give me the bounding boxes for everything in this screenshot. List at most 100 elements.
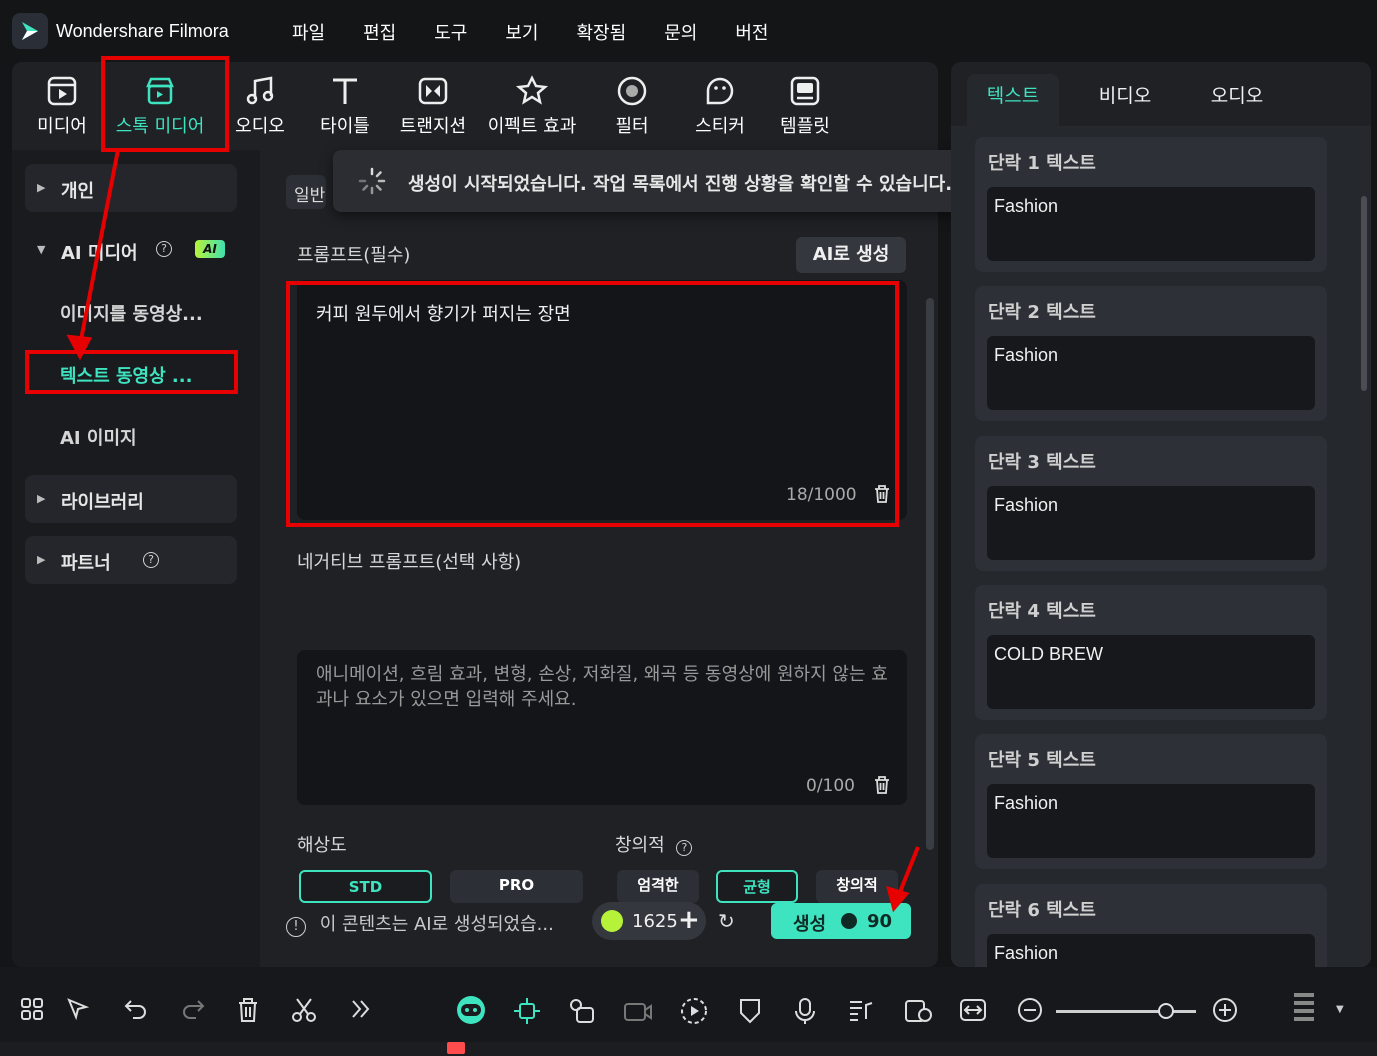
microphone-icon[interactable] [793, 997, 817, 1025]
sidebar-item-personal[interactable]: ▶ 개인 [25, 164, 237, 212]
ai-badge: AI [195, 240, 225, 258]
sidebar-partner-label: 파트너 [61, 553, 111, 574]
sidebar-library-label: 라이브러리 [61, 492, 144, 513]
ai-generate-prompt-button[interactable]: AI로 생성 [796, 237, 906, 273]
form-scrollbar[interactable] [926, 298, 934, 850]
sidebar-item-ai-media[interactable]: ▼ AI 미디어 ? AI [25, 226, 237, 274]
sidebar-item-library[interactable]: ▶ 라이브러리 [25, 475, 237, 523]
info-icon: ! [286, 917, 306, 937]
delete-icon[interactable] [236, 997, 260, 1023]
sidebar-personal-label: 개인 [61, 181, 95, 202]
tab-audio[interactable]: 오디오 [232, 74, 288, 138]
paragraph-text-value: Fashion [994, 345, 1059, 365]
speed-play-icon[interactable] [680, 997, 708, 1025]
music-note-icon [246, 76, 274, 105]
ai-copilot-icon[interactable] [454, 994, 488, 1026]
marker-shield-icon[interactable] [738, 997, 762, 1025]
collapse-arrow-icon: ▼ [37, 243, 46, 256]
generation-toast: 생성이 시작되었습니다. 작업 목록에서 진행 상황을 확인할 수 있습니다. [333, 150, 1033, 212]
title-bar: Wondershare Filmora 파일 편집 도구 보기 확장됨 문의 버… [0, 0, 1377, 62]
paragraph-text-field[interactable]: Fashion [987, 934, 1315, 967]
undo-icon[interactable] [123, 997, 149, 1021]
paragraph-text-field[interactable]: Fashion [987, 187, 1315, 261]
tab-stickers[interactable]: 스티커 [688, 74, 752, 138]
fit-width-icon[interactable] [959, 997, 987, 1023]
menu-bar: 파일 편집 도구 보기 확장됨 문의 버전 [292, 19, 806, 45]
content-tabs: 텍스트 비디오 오디오 [967, 74, 1359, 126]
paragraph-text-field[interactable]: Fashion [987, 336, 1315, 410]
menu-file[interactable]: 파일 [292, 19, 325, 45]
credits-balance[interactable]: 1625 + [592, 902, 706, 940]
timeline-ruler[interactable] [0, 1042, 1377, 1056]
expand-arrow-icon: ▶ [37, 492, 46, 505]
smart-cutout-icon[interactable] [513, 997, 541, 1025]
tab-effects[interactable]: 이펙트 효과 [482, 74, 582, 138]
menu-help[interactable]: 문의 [664, 19, 697, 45]
generate-label: 생성 [793, 914, 827, 935]
zoom-slider-track[interactable] [1056, 1010, 1196, 1013]
paragraph-text-field[interactable]: Fashion [987, 784, 1315, 858]
playhead-marker[interactable] [447, 1042, 465, 1054]
tab-filters[interactable]: 필터 [604, 74, 660, 138]
tab-text[interactable]: 텍스트 [967, 74, 1059, 126]
dropdown-arrow-icon[interactable]: ▼ [1336, 1004, 1344, 1015]
add-credits-icon[interactable]: + [678, 905, 700, 935]
snapshot-icon[interactable] [904, 997, 934, 1025]
select-pointer-icon[interactable] [66, 997, 92, 1023]
paragraph-text-field[interactable]: Fashion [987, 486, 1315, 560]
paragraph-scrollbar[interactable] [1361, 196, 1367, 391]
track-settings-icon[interactable] [1292, 991, 1316, 1027]
menu-version[interactable]: 버전 [735, 19, 768, 45]
audio-list-icon[interactable] [848, 997, 874, 1023]
sidebar-item-ai-image[interactable]: AI 이미지 [60, 424, 137, 450]
tab-video[interactable]: 비디오 [1079, 74, 1171, 126]
trash-icon[interactable] [873, 775, 891, 795]
ai-content-notice: ! 이 콘텐츠는 AI로 생성되었습... [286, 910, 554, 937]
resolution-pro-button[interactable]: PRO [450, 870, 583, 903]
paragraph-text-value: COLD BREW [994, 644, 1104, 664]
help-icon[interactable]: ? [676, 840, 693, 856]
refresh-icon[interactable]: ↻ [718, 909, 735, 933]
paragraph-text-value: Fashion [994, 196, 1059, 216]
cut-scissors-icon[interactable] [291, 997, 317, 1023]
zoom-in-icon[interactable] [1212, 997, 1238, 1023]
zoom-slider-handle[interactable] [1158, 1003, 1174, 1019]
zoom-out-icon[interactable] [1017, 997, 1043, 1023]
tab-media[interactable]: 미디어 [34, 74, 90, 138]
layout-grid-icon[interactable] [20, 997, 44, 1021]
ai-video-enhancer-icon[interactable] [622, 997, 654, 1025]
resolution-label: 해상도 [297, 835, 347, 856]
resolution-std-button[interactable]: STD [299, 870, 432, 903]
menu-tools[interactable]: 도구 [434, 19, 467, 45]
creativity-creative-button[interactable]: 창의적 [816, 870, 898, 903]
tab-titles[interactable]: 타이틀 [317, 74, 373, 138]
transition-icon [418, 77, 448, 105]
tab-templates[interactable]: 템플릿 [776, 74, 834, 138]
creativity-balanced-button[interactable]: 균형 [716, 870, 798, 903]
tab-audio-right[interactable]: 오디오 [1191, 74, 1283, 126]
sidebar-item-partner[interactable]: ▶ 파트너 ? [25, 536, 237, 584]
generate-cost: 90 [867, 911, 893, 932]
more-chevrons-icon[interactable] [349, 997, 373, 1021]
redo-icon[interactable] [180, 997, 206, 1021]
help-icon[interactable]: ? [143, 552, 159, 568]
menu-edit[interactable]: 편집 [363, 19, 396, 45]
paragraph-text-field[interactable]: COLD BREW [987, 635, 1315, 709]
tab-transitions-label: 트랜지션 [399, 116, 467, 137]
tab-stickers-label: 스티커 [695, 116, 745, 137]
menu-extensions[interactable]: 확장됨 [577, 19, 627, 45]
help-icon[interactable]: ? [156, 241, 172, 257]
negative-prompt-input[interactable]: 애니메이션, 흐림 효과, 변형, 손상, 저화질, 왜곡 등 동영상에 원하지… [297, 650, 907, 805]
paragraph-text-value: Fashion [994, 793, 1059, 813]
tab-general[interactable]: 일반 [286, 175, 326, 209]
template-content-panel: 텍스트 비디오 오디오 단락 1 텍스트 Fashion 단락 2 텍스트 Fa… [951, 62, 1371, 967]
tab-transitions[interactable]: 트랜지션 [395, 74, 471, 138]
paragraph-title: 단락 6 텍스트 [988, 900, 1096, 921]
creativity-strict-button[interactable]: 엄격한 [617, 870, 699, 903]
menu-view[interactable]: 보기 [505, 19, 538, 45]
sidebar-item-image-to-video[interactable]: 이미지를 동영상... [60, 300, 203, 326]
template-icon [790, 76, 820, 106]
annotation-box-stock-media [101, 56, 229, 152]
generate-button[interactable]: 생성 90 [771, 903, 911, 939]
audio-stretch-icon[interactable] [567, 997, 597, 1025]
